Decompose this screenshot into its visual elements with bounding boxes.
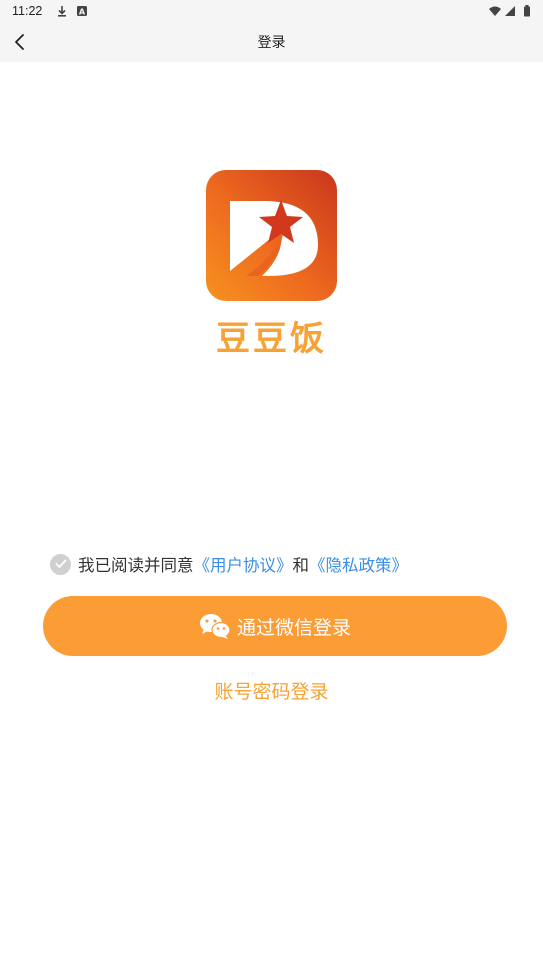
account-password-login-link[interactable]: 账号密码登录 — [0, 677, 543, 704]
wechat-login-button[interactable]: 通过微信登录 — [43, 596, 507, 656]
privacy-policy-link[interactable]: 《隐私政策》 — [309, 552, 408, 576]
signal-icon — [505, 6, 515, 16]
wifi-icon — [489, 6, 501, 16]
check-icon — [55, 559, 66, 568]
page-title: 登录 — [257, 35, 286, 51]
status-bar: 11:22 A — [0, 0, 543, 22]
status-time: 11:22 — [12, 4, 43, 18]
app-logo-icon — [230, 200, 318, 276]
user-agreement-link[interactable]: 《用户协议》 — [194, 552, 293, 576]
download-icon — [58, 6, 66, 17]
app-logo — [206, 170, 337, 301]
agreement-row: 我已阅读并同意 《用户协议》 和 《隐私政策》 — [50, 552, 408, 576]
agreement-checkbox[interactable] — [50, 553, 71, 575]
app-bar: 登录 — [0, 22, 543, 62]
battery-icon — [524, 5, 530, 17]
svg-text:A: A — [79, 8, 86, 17]
wechat-icon — [199, 614, 231, 639]
wechat-login-label: 通过微信登录 — [236, 616, 351, 639]
agreement-prefix: 我已阅读并同意 — [78, 556, 194, 575]
agreement-and: 和 — [292, 556, 310, 575]
app-name: 豆豆饭 — [216, 319, 327, 359]
a-icon: A — [77, 6, 87, 17]
